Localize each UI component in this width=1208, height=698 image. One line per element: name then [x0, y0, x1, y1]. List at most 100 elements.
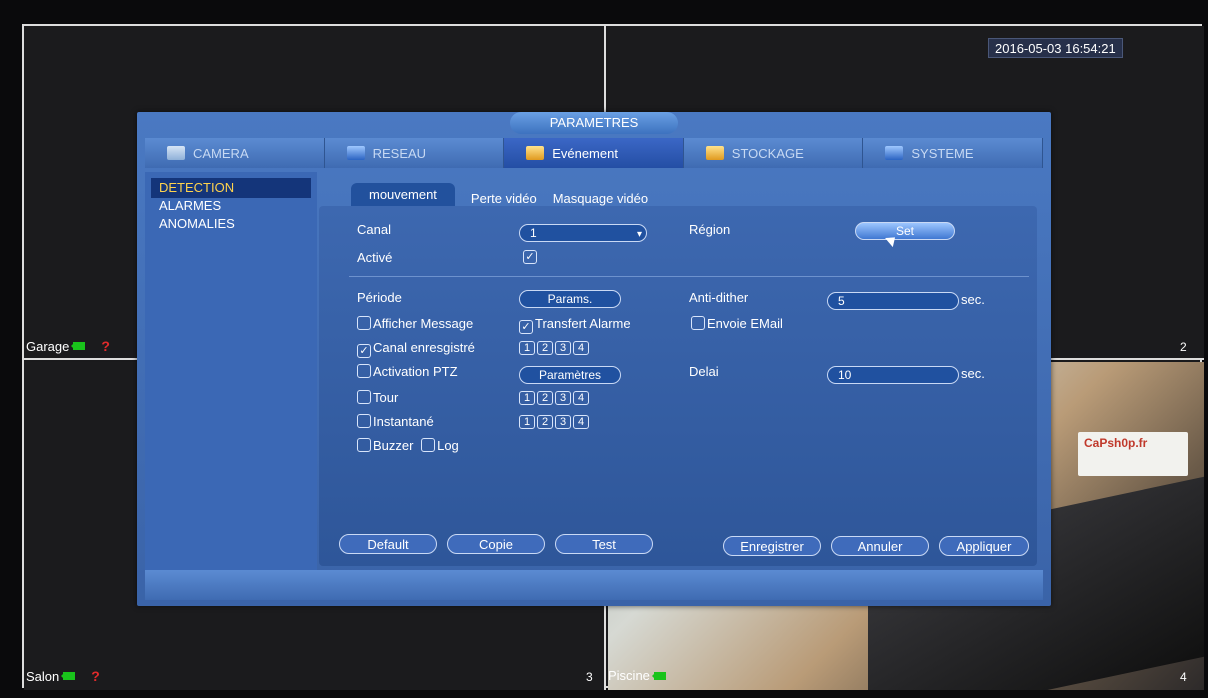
channel-4-toggle[interactable]: 4 [573, 341, 589, 355]
activation-ptz-row[interactable]: Activation PTZ [357, 364, 458, 379]
channel-4-toggle[interactable]: 4 [573, 391, 589, 405]
dialog-title: PARAMETRES [509, 112, 679, 134]
test-button[interactable]: Test [555, 534, 653, 554]
sidebar-item-alarmes[interactable]: ALARMES [145, 198, 317, 216]
camera-image-sign: CaPsh0p.fr [1078, 432, 1188, 476]
canal-enregistre-channels: 1234 [519, 341, 589, 355]
tab-reseau[interactable]: RESEAU [324, 138, 505, 168]
recording-icon [71, 342, 86, 350]
recording-icon [651, 671, 666, 680]
region-label: Région [689, 222, 731, 237]
instantane-row[interactable]: Instantané [357, 414, 434, 429]
instantane-label: Instantané [373, 414, 434, 429]
sidebar-item-detection[interactable]: DETECTION [151, 178, 311, 198]
afficher-message-label: Afficher Message [373, 316, 474, 331]
log-checkbox[interactable] [421, 438, 436, 452]
periode-label: Période [357, 290, 402, 305]
channel-3-toggle[interactable]: 3 [555, 341, 571, 355]
buzzer-log-row: Buzzer Log [357, 438, 459, 453]
channel-2-toggle[interactable]: 2 [537, 415, 553, 429]
channel-2-toggle[interactable]: 2 [537, 391, 553, 405]
camera-number-4: 4 [1180, 670, 1187, 684]
tab-label: STOCKAGE [731, 145, 804, 161]
subtab-mouvement[interactable]: mouvement [351, 183, 455, 206]
transfert-alarme-label: Transfert Alarme [535, 316, 631, 331]
delai-label: Delai [689, 364, 719, 379]
delai-unit: sec. [961, 366, 985, 381]
active-checkbox[interactable]: ✓ [523, 250, 537, 264]
network-icon [346, 146, 365, 160]
params-button[interactable]: Params. [519, 290, 621, 308]
tour-channels: 1234 [519, 391, 589, 405]
channel-3-toggle[interactable]: 3 [555, 415, 571, 429]
settings-panel: Canal 1 ▾ Région Set Activé ✓ Période Pa… [319, 206, 1037, 566]
tab-label: RESEAU [372, 145, 427, 161]
canal-enregistre-row[interactable]: ✓ Canal enresgistré [357, 340, 475, 358]
activation-ptz-checkbox[interactable] [357, 364, 371, 378]
region-set-button[interactable]: Set [855, 222, 955, 240]
antidither-unit: sec. [961, 292, 985, 307]
sidebar-item-anomalies[interactable]: ANOMALIES [145, 216, 317, 234]
camera-label-piscine: Piscine [608, 668, 666, 683]
buzzer-label: Buzzer [373, 438, 414, 453]
camera-name: Piscine [608, 668, 650, 683]
sign-text: CaPsh0p.fr [1084, 436, 1148, 450]
tab-evenement[interactable]: Evénement [504, 138, 684, 168]
main-tabs: CAMERA RESEAU Evénement STOCKAGE SYSTEME [145, 138, 1043, 168]
channel-4-toggle[interactable]: 4 [573, 415, 589, 429]
enregistrer-button[interactable]: Enregistrer [723, 536, 821, 556]
buzzer-checkbox[interactable] [357, 438, 371, 452]
transfert-alarme-checkbox[interactable]: ✓ [519, 320, 533, 334]
camera-number-2: 2 [1180, 340, 1187, 354]
subtab-perte-video[interactable]: Perte vidéo [471, 191, 537, 206]
alert-question-icon: ? [91, 668, 100, 684]
parametres-button[interactable]: Paramètres [519, 366, 621, 384]
divider [349, 276, 1029, 277]
canal-enregistre-label: Canal enresgistré [373, 340, 475, 355]
tab-label: CAMERA [193, 145, 249, 161]
antidither-input[interactable]: 5 [827, 292, 959, 310]
channel-2-toggle[interactable]: 2 [537, 341, 553, 355]
envoie-email-row[interactable]: Envoie EMail [691, 316, 783, 331]
event-icon [526, 146, 545, 160]
canal-enregistre-checkbox[interactable]: ✓ [357, 344, 371, 358]
sub-tabs: mouvement Perte vidéo Masquage vidéo [351, 182, 648, 206]
tab-systeme[interactable]: SYSTEME [863, 138, 1043, 168]
camera-name: Garage [26, 338, 70, 354]
channel-1-toggle[interactable]: 1 [519, 415, 535, 429]
instantane-checkbox[interactable] [357, 414, 371, 428]
antidither-label: Anti-dither [689, 290, 749, 305]
tab-camera[interactable]: CAMERA [145, 138, 325, 168]
camera-icon [167, 146, 185, 160]
tour-label: Tour [373, 390, 399, 405]
tour-checkbox[interactable] [357, 390, 371, 404]
appliquer-button[interactable]: Appliquer [939, 536, 1029, 556]
default-button[interactable]: Default [339, 534, 437, 554]
subtab-masquage-video[interactable]: Masquage vidéo [553, 191, 648, 206]
activation-ptz-label: Activation PTZ [373, 364, 458, 379]
tab-label: SYSTEME [911, 145, 974, 161]
channel-1-toggle[interactable]: 1 [519, 391, 535, 405]
afficher-message-row[interactable]: Afficher Message [357, 316, 473, 331]
afficher-message-checkbox[interactable] [357, 316, 371, 330]
active-label: Activé [357, 250, 393, 265]
tour-row[interactable]: Tour [357, 390, 398, 405]
camera-number-3: 3 [586, 670, 593, 684]
canal-select[interactable]: 1 ▾ [519, 224, 647, 242]
camera-name: Salon [26, 668, 60, 684]
dialog-footer [145, 570, 1043, 600]
chevron-down-icon: ▾ [636, 229, 642, 240]
channel-1-toggle[interactable]: 1 [519, 341, 535, 355]
annuler-button[interactable]: Annuler [831, 536, 929, 556]
datetime-display: 2016-05-03 16:54:21 [988, 38, 1123, 58]
channel-3-toggle[interactable]: 3 [555, 391, 571, 405]
delai-input[interactable]: 10 [827, 366, 959, 384]
transfert-alarme-row[interactable]: ✓ Transfert Alarme [519, 316, 631, 334]
tab-stockage[interactable]: STOCKAGE [683, 138, 864, 168]
envoie-email-checkbox[interactable] [691, 316, 705, 330]
envoie-email-label: Envoie EMail [707, 316, 783, 331]
recording-icon [61, 672, 76, 680]
instantane-channels: 1234 [519, 415, 589, 429]
copie-button[interactable]: Copie [447, 534, 545, 554]
camera-label-salon: Salon ? [26, 668, 100, 684]
